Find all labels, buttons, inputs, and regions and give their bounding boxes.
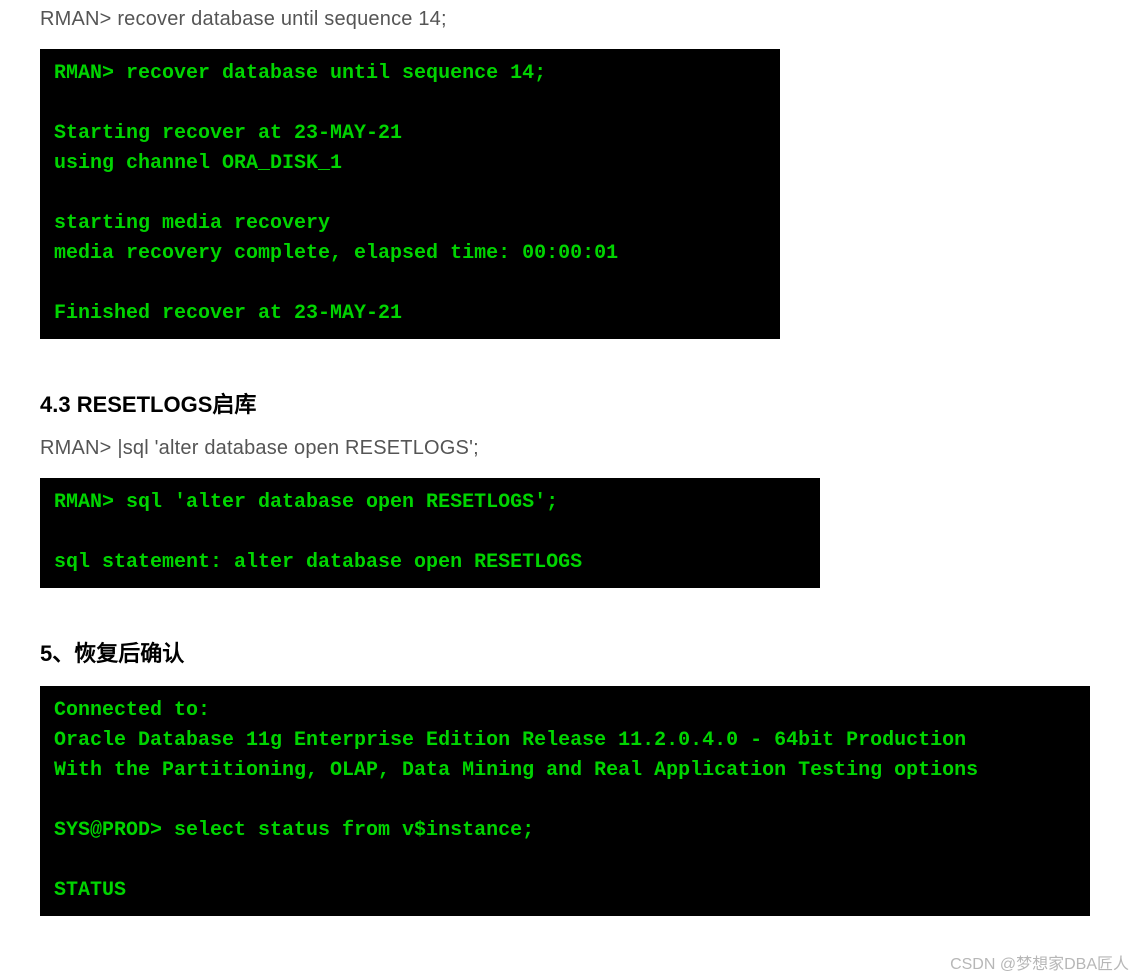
heading-4-3: 4.3 RESETLOGS启库 [40, 387, 1099, 419]
watermark-text: CSDN @梦想家DBA匠人 [950, 950, 1129, 974]
command-resetlogs-text: RMAN> |sql 'alter database open RESETLOG… [40, 437, 1099, 460]
cmd-prefix: RMAN> [40, 437, 117, 459]
cmd-rest: sql 'alter database open RESETLOGS'; [123, 437, 479, 459]
terminal-confirm-output: Connected to: Oracle Database 11g Enterp… [40, 686, 1090, 916]
command-recover-text: RMAN> recover database until sequence 14… [40, 8, 1099, 31]
terminal-resetlogs-output: RMAN> sql 'alter database open RESETLOGS… [40, 478, 820, 588]
heading-5: 5、恢复后确认 [40, 636, 1099, 668]
terminal-recover-output: RMAN> recover database until sequence 14… [40, 49, 780, 339]
